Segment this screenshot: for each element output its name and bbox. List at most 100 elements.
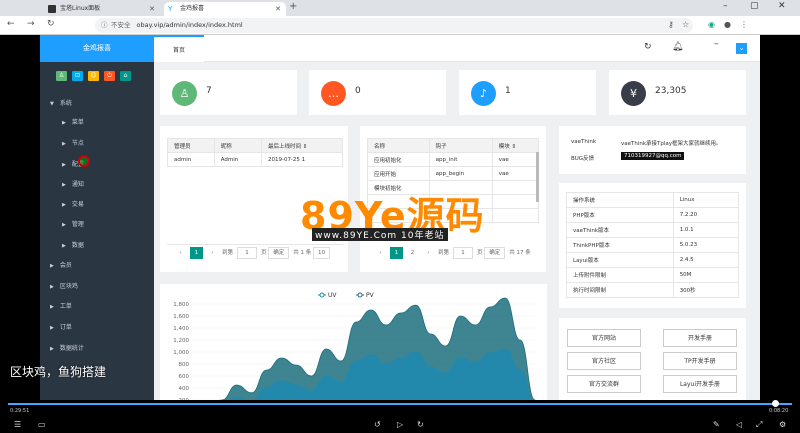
table-row[interactable]: 应用初始化 app_init vae xyxy=(367,152,540,167)
bell-icon[interactable]: 🔔︎ xyxy=(672,42,683,52)
info-key: PHP版本 xyxy=(566,207,674,223)
subtitle-icon[interactable]: ▭ xyxy=(38,420,46,429)
edit-icon[interactable]: ✎ xyxy=(713,420,720,429)
back-icon[interactable]: ← xyxy=(7,19,15,29)
table-row: ThinkPHP版本 5.0.23 xyxy=(566,237,740,253)
more-icon[interactable]: ⋮ xyxy=(740,20,748,29)
goto-input[interactable]: 1 xyxy=(237,247,258,259)
column-header-label: 最后上线时间 xyxy=(267,143,301,150)
menu-item[interactable]: ▶ 节点 xyxy=(62,138,84,147)
quick-lock-button[interactable]: ⊡ xyxy=(72,71,83,81)
account-icon[interactable]: ● xyxy=(724,20,731,29)
official-site-button[interactable]: 官方网站 xyxy=(567,329,641,347)
table-row: 执行时间限制 300秒 xyxy=(566,282,740,298)
caret-right-icon: ▶ xyxy=(50,325,54,331)
menu-system[interactable]: ▼ 系统 xyxy=(50,98,72,107)
star-icon[interactable]: ☆ xyxy=(682,20,689,29)
list-icon[interactable]: ☰ xyxy=(14,420,21,429)
column-header[interactable]: 名称 xyxy=(367,138,430,153)
confirm-button[interactable]: 确定 xyxy=(268,247,290,259)
page-button[interactable]: 1 xyxy=(390,247,403,259)
table-cell: admin xyxy=(167,152,215,167)
menu-item[interactable]: ▶ 菜单 xyxy=(62,117,84,126)
menu-order[interactable]: ▶ 订单 xyxy=(50,322,72,331)
quick-smile-button[interactable]: ☺ xyxy=(88,71,99,81)
table-row[interactable]: admin Admin 2019-07-25 1 xyxy=(167,152,344,167)
confirm-button[interactable]: 确定 xyxy=(484,247,506,259)
stat-card: ¥23,305 xyxy=(609,70,746,115)
chevron-down-icon[interactable]: ⌄ xyxy=(736,43,747,54)
cursor-indicator xyxy=(78,155,90,167)
next-page-icon[interactable]: › xyxy=(422,247,435,259)
qq-group-button[interactable]: 官方交流群 xyxy=(567,375,641,393)
goto-label: 到第 xyxy=(222,250,234,256)
volume-icon[interactable]: ◁ xyxy=(736,420,742,429)
play-icon[interactable]: ▷ xyxy=(397,420,403,429)
goto-input[interactable]: 1 xyxy=(453,247,474,259)
tab-home[interactable]: 首页 xyxy=(154,35,204,62)
next-page-icon[interactable]: › xyxy=(206,247,219,259)
page-size-select[interactable]: 10 xyxy=(313,247,331,259)
settings-icon[interactable]: ⚙ xyxy=(779,420,786,429)
menu-chain[interactable]: ▶ 区块鸡 xyxy=(50,281,78,290)
reload-icon[interactable]: ↻ xyxy=(47,19,55,29)
browser-tab[interactable]: 宝塔Linux面板 ✕ xyxy=(44,2,160,16)
refresh-icon[interactable]: ↻ xyxy=(644,42,652,52)
key-icon[interactable]: ⚷ xyxy=(668,20,674,29)
sort-icon[interactable]: ⇕ xyxy=(303,144,308,150)
maximize-icon[interactable]: ▢ xyxy=(750,1,759,11)
info-value: 1.0.1 xyxy=(672,222,740,238)
quick-user-button[interactable]: ♙ xyxy=(56,71,67,81)
close-icon[interactable]: ✕ xyxy=(275,2,281,16)
letterbox-right xyxy=(760,35,800,400)
menu-stats[interactable]: ▶ 数据统计 xyxy=(50,343,84,352)
menu-label: 会员 xyxy=(59,262,72,269)
quick-home-button[interactable]: ⌂ xyxy=(120,71,131,81)
menu-item[interactable]: ▶ 交易 xyxy=(62,199,84,208)
url-input[interactable]: ⓘ 不安全 obay.vip/admin/index/index.html xyxy=(95,18,693,33)
menu-ticket[interactable]: ▶ 工单 xyxy=(50,301,72,310)
close-icon[interactable]: ✕ xyxy=(149,2,155,16)
browser-tab-active[interactable]: Y 金鸡报喜 ✕ xyxy=(164,2,286,16)
sort-icon[interactable]: ⇕ xyxy=(512,144,517,150)
column-header[interactable]: 管理员 xyxy=(167,138,215,153)
prev-page-icon[interactable]: ‹ xyxy=(174,247,187,259)
column-header[interactable]: 昵称 xyxy=(213,138,262,153)
pagination: ‹ 1 2 › 到第 1 页 确定共 17 条 xyxy=(374,247,531,259)
table-cell: 2019-07-25 1 xyxy=(260,152,344,167)
column-header[interactable]: 最后上线时间 ⇕ xyxy=(260,138,344,153)
column-header[interactable]: 模块 ⇕ xyxy=(491,138,540,153)
dev-manual-button[interactable]: 开发手册 xyxy=(663,329,737,347)
layui-manual-button[interactable]: Layui开发手册 xyxy=(663,375,737,393)
minimize-icon[interactable]: – xyxy=(723,1,728,11)
menu-item[interactable]: ▶ 通知 xyxy=(62,179,84,188)
window-close-icon[interactable]: ✕ xyxy=(778,1,786,11)
progress-knob[interactable] xyxy=(772,400,779,407)
quick-power-button[interactable]: ⏻ xyxy=(104,71,115,81)
extension-icon[interactable]: ◉ xyxy=(708,20,715,29)
menu-member[interactable]: ▶ 会员 xyxy=(50,260,72,269)
page-button[interactable]: 2 xyxy=(406,247,419,259)
new-tab-button[interactable]: + xyxy=(289,1,297,12)
community-button[interactable]: 官方社区 xyxy=(567,352,641,370)
stat-value: 1 xyxy=(505,86,511,96)
menu-item[interactable]: ▶ 数据 xyxy=(62,240,84,249)
bug-contact[interactable]: 710319927@qq.com xyxy=(621,152,685,160)
table-row[interactable]: 应用开始 app_begin vae xyxy=(367,166,540,181)
progress-bar[interactable] xyxy=(8,403,792,405)
tp-manual-button[interactable]: TP开发手册 xyxy=(663,352,737,370)
rewind-icon[interactable]: ↺ xyxy=(374,420,381,429)
forward-icon[interactable]: ↻ xyxy=(417,420,424,429)
page-unit: 页 xyxy=(261,250,267,256)
fullscreen-icon[interactable]: ⤢ xyxy=(756,420,762,430)
prev-page-icon[interactable]: ‹ xyxy=(374,247,387,259)
menu-item[interactable]: ▶ 管理 xyxy=(62,219,84,228)
table-row: 上传附件限制 50M xyxy=(566,267,740,283)
column-header[interactable]: 钩子 xyxy=(428,138,493,153)
page-button[interactable]: 1 xyxy=(190,247,203,259)
pagination: ‹ 1 › 到第 1 页 确定共 1 条 10 xyxy=(174,247,334,259)
sysinfo-table: 操作系统 Linux PHP版本 7.2.20 vaeThink版本 1.0.1 Th… xyxy=(566,192,740,298)
scrollbar[interactable] xyxy=(536,152,539,202)
menu-label: 订单 xyxy=(59,324,72,331)
forward-icon[interactable]: → xyxy=(27,19,35,29)
